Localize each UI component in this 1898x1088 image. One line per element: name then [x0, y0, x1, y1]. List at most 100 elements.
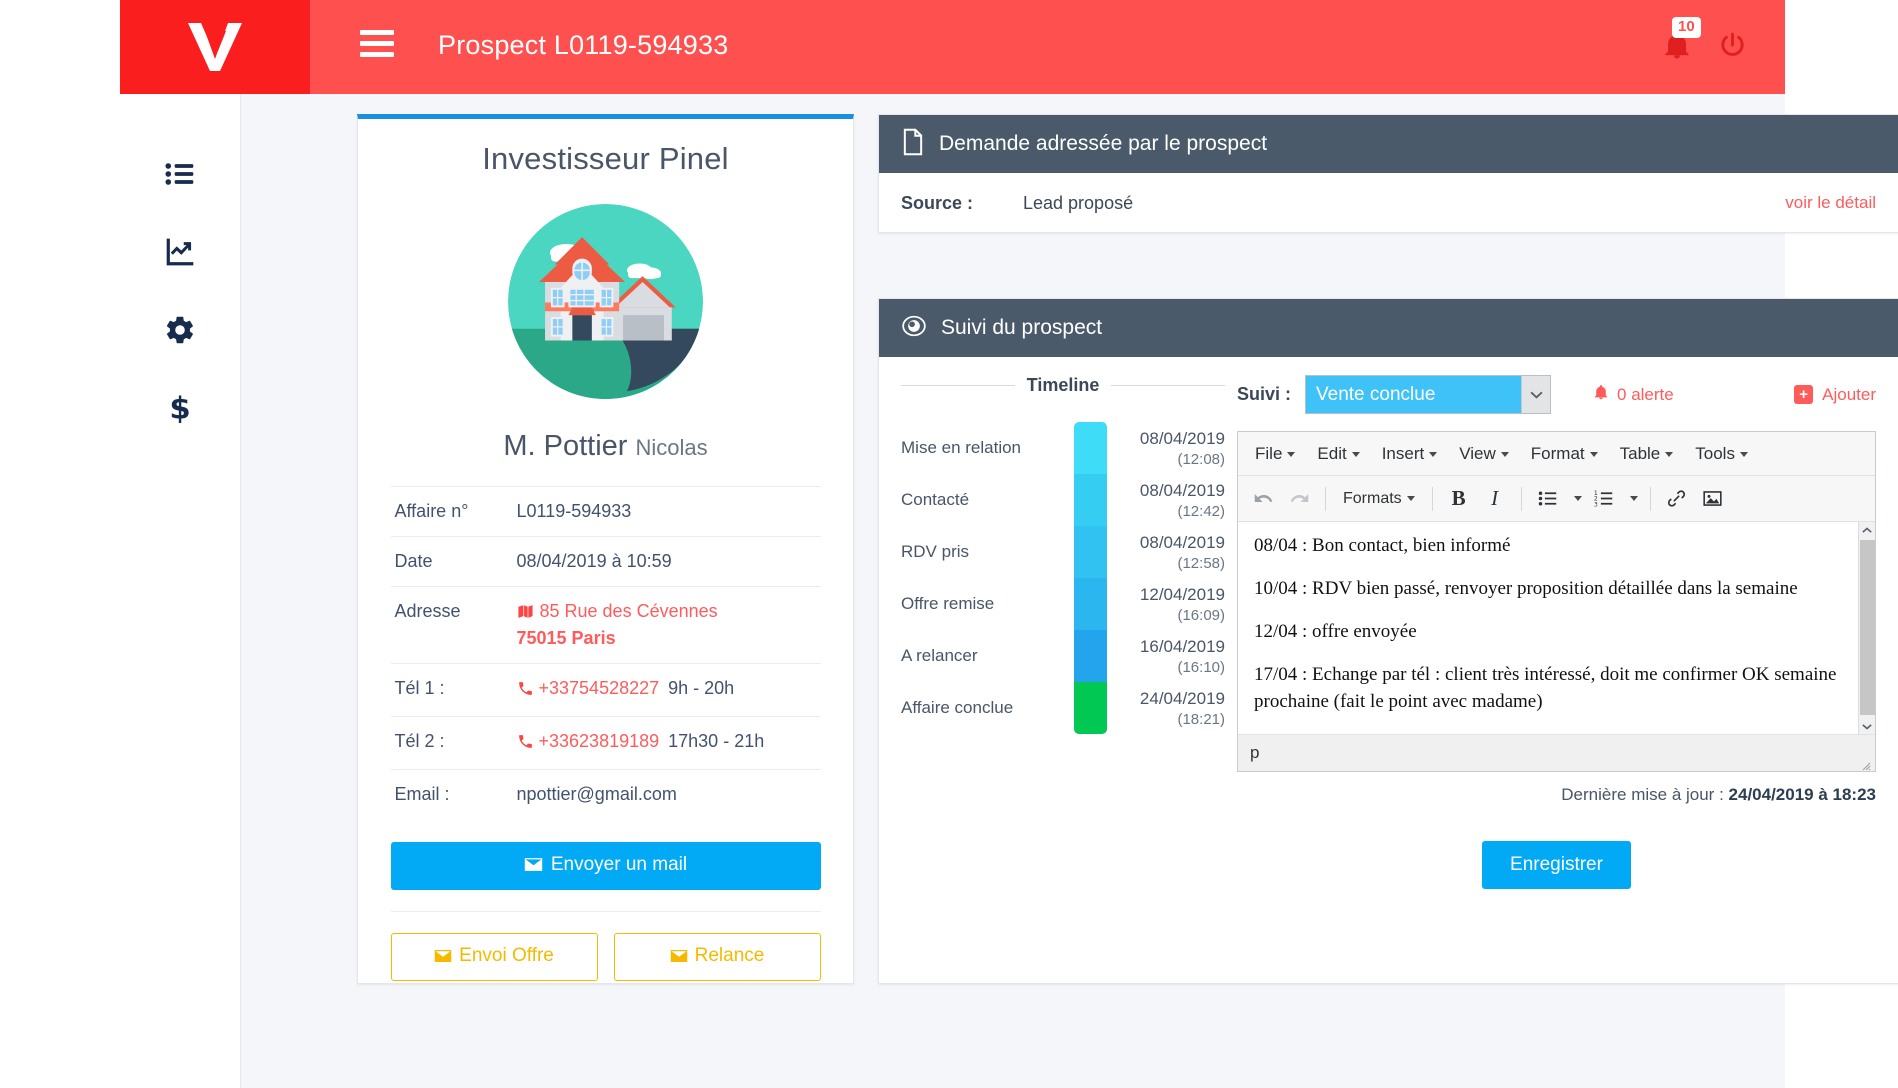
- avatar: [508, 204, 703, 399]
- profile-product-title: Investisseur Pinel: [482, 141, 729, 176]
- save-button[interactable]: Enregistrer: [1482, 841, 1631, 889]
- address-value[interactable]: 85 Rue des Cévennes 75015 Paris: [512, 586, 821, 664]
- voir-le-detail-link[interactable]: voir le détail: [1785, 193, 1876, 213]
- phone1-number: +33754528227: [538, 678, 660, 698]
- editor-scrollbar[interactable]: [1858, 522, 1875, 734]
- relance-button[interactable]: Relance: [613, 933, 821, 981]
- phone1-value[interactable]: +33754528227 9h - 20h: [512, 663, 821, 717]
- svg-text:$: $: [169, 392, 190, 424]
- editor-paragraph: 10/04 : RDV bien passé, renvoyer proposi…: [1254, 577, 1798, 599]
- eye-icon: [901, 313, 927, 344]
- logout-button[interactable]: [1718, 30, 1747, 65]
- save-row: Enregistrer: [1237, 841, 1876, 889]
- sidebar-item-stats[interactable]: [162, 234, 198, 270]
- alerts-count-label: 0 alerte: [1617, 384, 1674, 404]
- formats-menu-button[interactable]: Formats: [1335, 485, 1423, 513]
- prospect-lastname: M. Pottier: [503, 430, 628, 462]
- menu-file[interactable]: File: [1246, 439, 1304, 469]
- phone-icon: [517, 680, 534, 702]
- link-icon: [1668, 490, 1686, 507]
- insert-link-button[interactable]: [1660, 483, 1694, 515]
- table-row: Adresse 85 Rue des Cévennes 75015 Paris: [390, 586, 821, 664]
- chevron-down-icon: [1630, 496, 1639, 501]
- prospect-details-table: Affaire n° L0119-594933 Date 08/04/2019 …: [390, 486, 821, 820]
- email-value[interactable]: npottier@gmail.com: [513, 770, 821, 820]
- editor-element-path[interactable]: p: [1250, 743, 1259, 763]
- suivi-controls: Suivi : Vente conclue 0 alerte + Ajouter: [1237, 375, 1876, 414]
- suivi-select-label: Suivi :: [1237, 384, 1292, 404]
- send-offer-button[interactable]: Envoi Offre: [390, 933, 598, 981]
- hamburger-bar: [360, 41, 394, 46]
- editor-paragraph: 17/04 : Echange par tél : client très in…: [1254, 663, 1837, 712]
- redo-button[interactable]: [1282, 483, 1316, 515]
- editor-content[interactable]: 08/04 : Bon contact, bien informé 10/04 …: [1238, 522, 1875, 734]
- phone2-label: Tél 2 :: [390, 716, 513, 770]
- hamburger-menu-button[interactable]: [360, 30, 394, 64]
- timeline-bar-segment: [1074, 630, 1107, 682]
- timeline-step-label: Contacté: [901, 490, 970, 509]
- address-label: Adresse: [390, 586, 513, 664]
- add-button[interactable]: + Ajouter: [1794, 385, 1876, 405]
- table-row: Affaire n° L0119-594933: [390, 486, 821, 537]
- editor-paragraph: 08/04 : Bon contact, bien informé: [1254, 535, 1511, 556]
- timeline-step-label: Affaire conclue: [901, 698, 1014, 717]
- menu-edit[interactable]: Edit: [1308, 439, 1368, 469]
- timeline-column: Timeline Mise en relation Contacté RDV p…: [901, 375, 1231, 889]
- menu-table[interactable]: Table: [1611, 439, 1683, 469]
- numbered-list-button[interactable]: 123: [1587, 483, 1621, 515]
- send-mail-button[interactable]: Envoyer un mail: [390, 842, 821, 890]
- editor-content-area[interactable]: 08/04 : Bon contact, bien informé 10/04 …: [1238, 522, 1875, 735]
- detail-value: 08/04/2019 à 10:59: [512, 536, 821, 587]
- menu-view[interactable]: View: [1450, 439, 1518, 469]
- chevron-down-icon: [1351, 451, 1360, 457]
- bold-button[interactable]: B: [1442, 483, 1476, 515]
- relance-label: Relance: [694, 945, 765, 966]
- alerts-link[interactable]: 0 alerte: [1593, 384, 1674, 406]
- rich-text-editor: File Edit Insert View Format Table Tools: [1237, 431, 1876, 772]
- scroll-down-icon[interactable]: [1859, 718, 1874, 734]
- timeline-step-label: A relancer: [901, 646, 978, 665]
- phone2-number: +33623819189: [538, 731, 660, 751]
- last-update-line: Dernière mise à jour : 24/04/2019 à 18:2…: [1237, 785, 1876, 805]
- sidebar-item-list[interactable]: [162, 156, 198, 192]
- timeline-time: (12:08): [1177, 450, 1225, 468]
- bullet-list-button[interactable]: [1531, 483, 1565, 515]
- phone2-value[interactable]: +33623819189 17h30 - 21h: [512, 716, 821, 770]
- italic-button[interactable]: I: [1478, 483, 1512, 515]
- menu-file-label: File: [1255, 443, 1283, 463]
- bullet-list-options-button[interactable]: [1567, 483, 1585, 515]
- menu-table-label: Table: [1619, 443, 1661, 463]
- sidebar-item-billing[interactable]: $: [162, 390, 198, 426]
- sidebar: $: [120, 94, 241, 1088]
- scroll-up-icon[interactable]: [1859, 522, 1875, 539]
- timeline-time: (12:42): [1177, 502, 1225, 520]
- timeline-header: Timeline: [901, 375, 1226, 396]
- timeline-labels: Mise en relation Contacté RDV pris Offre…: [901, 422, 1064, 734]
- timeline-bar-segment: [1074, 682, 1107, 734]
- divider: [1111, 385, 1226, 386]
- timeline-title: Timeline: [1026, 375, 1100, 395]
- suivi-status-select[interactable]: Vente conclue: [1305, 375, 1552, 414]
- demande-panel-header: Demande adressée par le prospect: [879, 115, 1898, 173]
- detail-label: Date: [390, 536, 513, 587]
- hamburger-bar: [360, 52, 394, 57]
- insert-image-button[interactable]: [1696, 483, 1730, 515]
- table-row: Tél 2 : +33623819189 17h30 - 21h: [390, 716, 821, 770]
- phone2-hours: 17h30 - 21h: [668, 731, 765, 751]
- last-update-label: Dernière mise à jour :: [1561, 785, 1724, 804]
- numbered-list-options-button[interactable]: [1623, 483, 1641, 515]
- menu-format[interactable]: Format: [1522, 439, 1607, 469]
- menu-tools[interactable]: Tools: [1686, 439, 1757, 469]
- menu-insert[interactable]: Insert: [1373, 439, 1447, 469]
- timeline-step-date: 12/04/2019 (16:09): [1117, 578, 1225, 630]
- chevron-down-icon: [1406, 495, 1415, 501]
- editor-resize-handle[interactable]: [1859, 756, 1871, 771]
- notifications-button[interactable]: 10: [1662, 17, 1701, 64]
- table-row: Date 08/04/2019 à 10:59: [390, 536, 821, 587]
- app-logo[interactable]: [120, 0, 310, 94]
- phone1-label: Tél 1 :: [390, 663, 513, 717]
- scrollbar-thumb[interactable]: [1860, 540, 1875, 715]
- undo-button[interactable]: [1246, 483, 1280, 515]
- timeline-step-date: 24/04/2019 (18:21): [1117, 682, 1225, 734]
- sidebar-item-settings[interactable]: [162, 312, 198, 348]
